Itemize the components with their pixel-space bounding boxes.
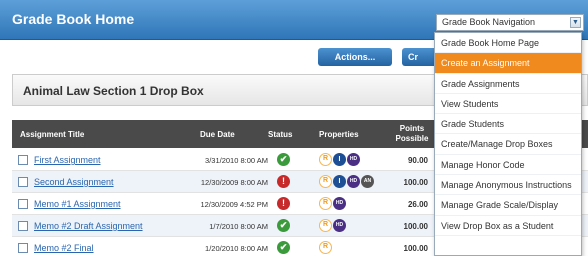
hidden-icon: HD [333,197,346,210]
menu-item-view-students[interactable]: View Students [435,94,581,115]
rubric-icon: R [319,219,332,232]
points-possible: 26.00 [407,200,428,209]
properties-icons: R HD [319,197,347,210]
info-icon: I [333,175,346,188]
menu-item-view-drop-box-as-a-student[interactable]: View Drop Box as a Student [435,216,581,236]
assignment-title-link[interactable]: Memo #2 Draft Assignment [34,221,143,231]
info-icon: I [333,153,346,166]
due-date: 1/20/2010 8:00 AM [205,244,268,253]
assignment-title-link[interactable]: Memo #2 Final [34,243,94,253]
menu-item-manage-grade-scale-display[interactable]: Manage Grade Scale/Display [435,195,581,216]
status-ok-icon: ✔ [277,241,290,254]
menu-item-grade-students[interactable]: Grade Students [435,114,581,135]
menu-item-manage-honor-code[interactable]: Manage Honor Code [435,155,581,176]
rubric-icon: R [319,197,332,210]
due-date: 3/31/2010 8:00 AM [205,156,268,165]
properties-icons: R [319,241,333,254]
points-possible: 90.00 [407,156,428,165]
properties-icons: R HD [319,219,347,232]
properties-icons: R I HD AN [319,175,375,188]
dropbox-title: Animal Law Section 1 Drop Box [23,84,204,98]
col-header-points-line2: Possible [395,134,429,143]
points-possible: 100.00 [403,178,428,187]
assignment-title-link[interactable]: Memo #1 Assignment [34,199,121,209]
row-checkbox[interactable] [18,199,28,209]
row-checkbox[interactable] [18,221,28,231]
status-ok-icon: ✔ [277,219,290,232]
chevron-down-icon[interactable]: ▼ [570,17,581,28]
actions-button[interactable]: Actions... [318,48,392,66]
rubric-icon: R [319,175,332,188]
col-header-status[interactable]: Status [268,120,292,148]
col-header-points-line1: Points [399,124,425,133]
properties-icons: R I HD [319,153,361,166]
status-warning-icon: ! [277,197,290,210]
menu-item-manage-anonymous-instructions[interactable]: Manage Anonymous Instructions [435,175,581,196]
col-header-points[interactable]: Points Possible [392,120,432,148]
points-possible: 100.00 [403,222,428,231]
rubric-icon: R [319,153,332,166]
gradebook-navigation-menu: Grade Book Home Page Create an Assignment… [434,32,582,256]
due-date: 1/7/2010 8:00 AM [209,222,268,231]
menu-item-grade-assignments[interactable]: Grade Assignments [435,74,581,94]
hidden-icon: HD [347,153,360,166]
gradebook-navigation-select[interactable]: Grade Book Navigation ▼ [436,14,584,31]
rubric-icon: R [319,241,332,254]
row-checkbox[interactable] [18,243,28,253]
menu-item-create-manage-drop-boxes[interactable]: Create/Manage Drop Boxes [435,134,581,155]
anonymous-icon: AN [361,175,374,188]
col-header-due[interactable]: Due Date [200,120,235,148]
page-title: Grade Book Home [12,11,135,27]
hidden-icon: HD [347,175,360,188]
status-warning-icon: ! [277,175,290,188]
nav-select-value: Grade Book Navigation [442,17,536,27]
row-checkbox[interactable] [18,177,28,187]
hidden-icon: HD [333,219,346,232]
due-date: 12/30/2009 8:00 AM [200,178,268,187]
row-checkbox[interactable] [18,155,28,165]
due-date: 12/30/2009 4:52 PM [200,200,268,209]
status-ok-icon: ✔ [277,153,290,166]
menu-item-grade-book-home-page[interactable]: Grade Book Home Page [435,33,581,54]
assignment-title-link[interactable]: First Assignment [34,155,101,165]
assignment-title-link[interactable]: Second Assignment [34,177,114,187]
col-header-properties: Properties [319,129,359,139]
points-possible: 100.00 [403,244,428,253]
col-header-title[interactable]: Assignment Title [20,120,84,148]
menu-item-create-an-assignment[interactable]: Create an Assignment [435,53,581,74]
